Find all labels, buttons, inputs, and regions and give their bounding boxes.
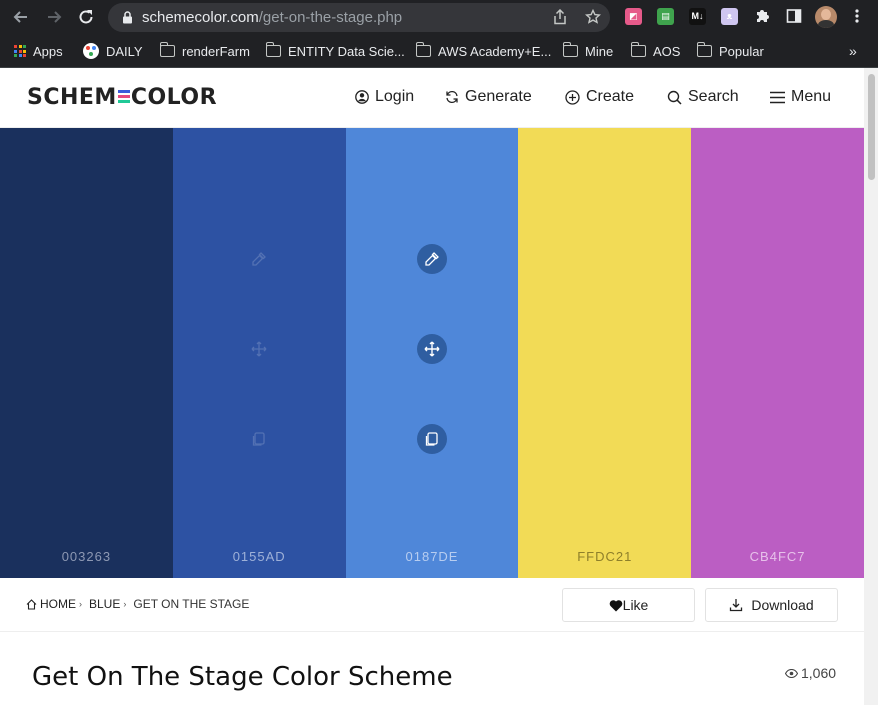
breadcrumb-current: GET ON THE STAGE [133,597,250,611]
nav-label: Create [586,88,635,105]
move-icon[interactable] [416,334,447,364]
color-palette: 003263 0155AD 0187DE FFDC21 CB4FC7 [0,128,864,578]
page-title: Get On The Stage Color Scheme [32,662,453,692]
chrome-menu-icon[interactable] [847,8,867,28]
swatch-3[interactable]: 0187DE [345,128,519,578]
forward-arrow-icon[interactable] [44,8,64,28]
bookmark-label: AWS Academy+E... [438,43,552,59]
breadcrumb-category[interactable]: BLUE [89,597,120,611]
plus-circle-icon [565,89,580,105]
bookmark-apps[interactable]: Apps [14,41,63,61]
breadcrumb-home[interactable]: HOME [40,597,76,611]
move-icon[interactable] [244,334,274,364]
swatch-4[interactable]: FFDC21 [518,128,692,578]
breadcrumb-bar: HOME › BLUE › GET ON THE STAGE Like Down… [0,578,864,632]
swatch-hex-label: 0155AD [232,549,286,564]
nav-login[interactable]: Login [355,88,414,106]
page-scrollbar[interactable] [864,68,878,705]
back-arrow-icon[interactable] [11,8,31,28]
swatch-2[interactable]: 0155AD [172,128,346,578]
swatch-hex-label: 003263 [61,549,112,564]
refresh-icon [446,90,458,104]
hamburger-icon [770,91,785,103]
bookmarks-overflow-chevron-icon[interactable]: » [849,41,857,61]
nav-label: Menu [791,88,832,105]
breadcrumb: HOME › BLUE › GET ON THE STAGE [26,597,249,611]
folder-icon [159,42,175,57]
bookmarks-bar: Apps DAILY renderFarm ENTITY Data Scie..… [0,35,878,68]
chart-extension-icon[interactable]: ◩ [625,8,642,25]
breadcrumb-separator: › [123,599,127,609]
color-picker-icon[interactable] [244,244,274,274]
folder-icon [696,42,712,57]
side-panel-icon[interactable] [784,8,804,28]
swatch-1[interactable]: 003263 [0,128,173,578]
nav-search[interactable]: Search [667,88,739,106]
nav-label: Generate [465,88,532,105]
nav-create[interactable]: Create [565,88,634,106]
browser-toolbar: schemecolor.com/get-on-the-stage.php ◩ ▤ M… [0,0,878,35]
scrollbar-thumb[interactable] [868,74,875,180]
folder-icon [265,42,281,57]
view-count-value: 1,060 [801,665,837,681]
nav-menu[interactable]: Menu [770,88,831,106]
bookmark-label: AOS [653,43,681,59]
eye-icon [785,668,798,678]
bookmark-label: Popular [719,43,764,59]
bookmark-entity-data-science[interactable]: ENTITY Data Scie... [265,41,405,61]
search-icon [667,90,682,105]
user-icon [355,90,369,104]
folder-icon [415,42,431,57]
heart-icon [609,599,622,611]
download-label: Download [751,597,814,613]
swatch-hex-label: FFDC21 [577,549,633,564]
bookmark-mine[interactable]: Mine [562,41,614,61]
swatch-hex-label: CB4FC7 [749,549,806,564]
site-header: SCHEM COLOR Login Generate Create Search… [0,68,864,128]
bookmark-aws-academy[interactable]: AWS Academy+E... [415,41,552,61]
like-label: Like [622,597,649,613]
address-bar[interactable]: schemecolor.com/get-on-the-stage.php [108,3,610,32]
printer-extension-icon[interactable]: ▤ [657,8,674,25]
breadcrumb-separator: › [79,599,82,609]
copy-icon[interactable] [244,424,274,454]
logo-e-bars [117,89,130,104]
nav-label: Search [688,88,739,105]
swatch-5[interactable]: CB4FC7 [691,128,864,578]
bookmark-aos[interactable]: AOS [630,41,681,61]
url-text[interactable]: schemecolor.com/get-on-the-stage.php [142,9,402,26]
bookmark-renderfarm[interactable]: renderFarm [159,41,250,61]
reload-icon[interactable] [76,8,96,28]
share-icon[interactable] [551,8,569,27]
bookmark-daily[interactable]: DAILY [83,41,143,61]
folder-icon [630,42,646,57]
bookmark-star-icon[interactable] [584,8,602,27]
bookmark-popular[interactable]: Popular [696,41,764,61]
bookmark-label: DAILY [106,43,143,59]
download-icon [730,599,743,612]
bookmark-label: ENTITY Data Scie... [288,43,405,59]
site-logo[interactable]: SCHEM COLOR [27,85,217,110]
download-button[interactable]: Download [705,588,838,622]
bookmark-label: Mine [585,43,614,59]
cat-extension-icon[interactable]: ᴥ [721,8,738,25]
view-count: 1,060 [785,665,836,681]
daily-icon [83,43,99,59]
nav-label: Login [375,88,415,105]
like-button[interactable]: Like [562,588,695,622]
copy-icon[interactable] [416,424,447,454]
apps-grid-icon [14,45,26,57]
color-picker-icon[interactable] [416,244,447,274]
markdown-extension-icon[interactable]: M↓ [689,8,706,25]
nav-generate[interactable]: Generate [445,88,532,106]
lock-icon[interactable] [122,11,133,24]
swatch-hex-label: 0187DE [405,549,459,564]
extensions-puzzle-icon[interactable] [752,8,772,28]
home-icon[interactable] [26,598,37,610]
profile-avatar[interactable] [815,6,837,28]
folder-icon [562,42,578,57]
bookmark-label: Apps [33,43,63,59]
bookmark-label: renderFarm [182,43,250,59]
